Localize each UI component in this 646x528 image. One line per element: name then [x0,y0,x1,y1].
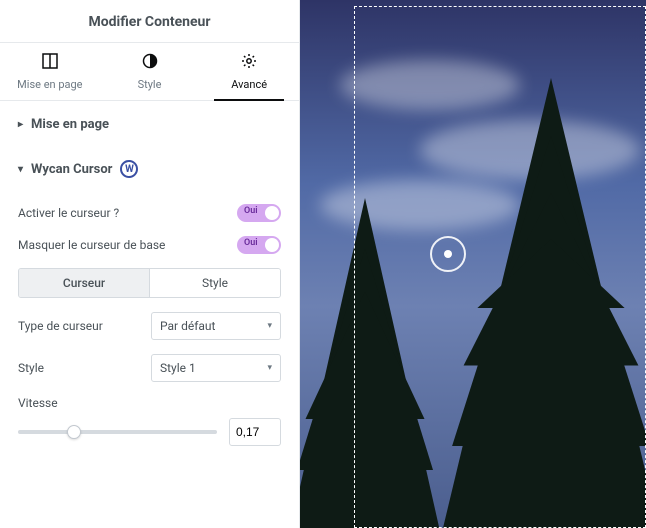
hide-base-cursor-label: Masquer le curseur de base [18,238,165,252]
gear-icon [199,53,299,73]
enable-cursor-toggle[interactable]: Oui [237,204,281,222]
segment-style[interactable]: Style [149,269,280,297]
select-value: Par défaut [160,319,215,333]
tab-advanced[interactable]: Avancé [199,43,299,100]
speed-slider-row [18,418,281,446]
settings-tabs: Mise en page Style Avancé [0,43,299,101]
enable-cursor-label: Activer le curseur ? [18,206,119,220]
segment-cursor[interactable]: Curseur [19,269,149,297]
speed-input[interactable] [229,418,281,446]
row-hide-base-cursor: Masquer le curseur de base Oui [18,236,281,254]
section-title: Mise en page [31,117,109,132]
section-toggle-wycan[interactable]: Wycan Cursor W [18,144,281,190]
style-label: Style [18,361,44,375]
toggle-on-text: Oui [244,206,258,216]
cursor-preview-icon [430,236,466,272]
row-enable-cursor: Activer le curseur ? Oui [18,204,281,222]
tab-label: Mise en page [17,78,82,91]
row-style-select: Style Style 1 ▾ [18,354,281,382]
tab-layout[interactable]: Mise en page [0,43,100,100]
wycan-badge-icon: W [120,160,138,178]
layout-icon [0,53,100,73]
section-toggle-layout[interactable]: Mise en page [18,101,281,144]
cursor-style-segmented: Curseur Style [18,268,281,298]
row-cursor-type: Type de curseur Par défaut ▾ [18,312,281,340]
chevron-right-icon [18,119,23,130]
cursor-type-select[interactable]: Par défaut ▾ [151,312,281,340]
panel-body: Mise en page Wycan Cursor W Activer le c… [0,101,299,464]
preview-canvas[interactable] [300,0,646,528]
tab-label: Avancé [231,78,267,91]
toggle-on-text: Oui [244,238,258,248]
row-speed: Vitesse [18,396,281,446]
settings-panel: Modifier Conteneur Mise en page Style Av… [0,0,300,528]
chevron-down-icon [18,164,23,175]
style-select[interactable]: Style 1 ▾ [151,354,281,382]
container-selection-outline[interactable] [354,6,646,528]
contrast-icon [100,53,200,73]
speed-slider[interactable] [18,430,217,434]
slider-thumb[interactable] [67,425,81,439]
speed-label: Vitesse [18,396,281,410]
chevron-down-icon: ▾ [267,321,272,331]
cursor-type-label: Type de curseur [18,319,103,333]
chevron-down-icon: ▾ [267,363,272,373]
panel-title: Modifier Conteneur [0,0,299,43]
tab-style[interactable]: Style [100,43,200,100]
select-value: Style 1 [160,361,196,375]
section-title: Wycan Cursor [31,162,112,177]
hide-base-cursor-toggle[interactable]: Oui [237,236,281,254]
tab-label: Style [138,78,162,91]
